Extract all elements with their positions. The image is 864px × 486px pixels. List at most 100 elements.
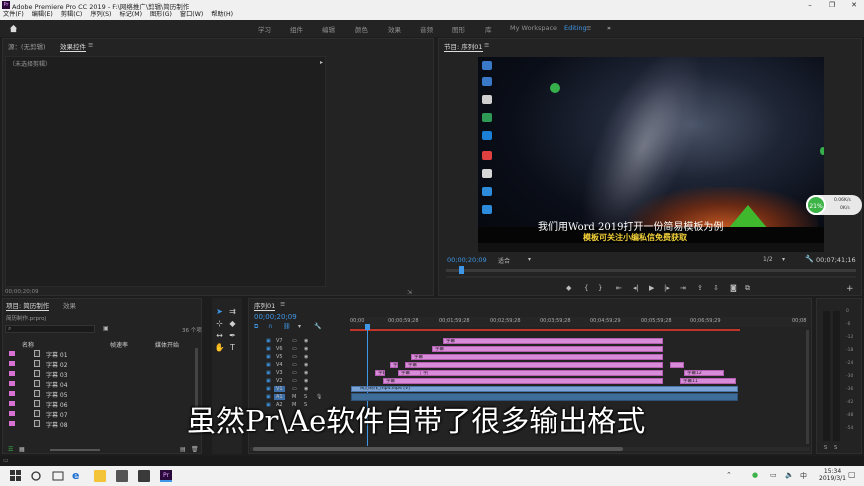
search-icon[interactable] — [30, 470, 42, 482]
tab-source[interactable]: 源：(无剪辑) — [8, 41, 46, 51]
zoom-slider[interactable] — [50, 449, 100, 451]
solo-left[interactable]: S — [824, 445, 827, 451]
caption-clip[interactable]: 字幕 — [383, 378, 663, 384]
workspace-libraries[interactable]: 库 — [485, 24, 492, 34]
tab-program[interactable]: 节目: 序列01 — [444, 41, 483, 52]
step-forward-icon[interactable]: |▸ — [664, 284, 670, 292]
caption-clip[interactable]: 字幕 — [432, 346, 663, 352]
time-ruler[interactable]: 00;00 00;00;59;28 00;01;59;28 00;02;59;2… — [350, 317, 808, 327]
input-method-icon[interactable]: 中 — [800, 471, 807, 481]
workspace-graphics[interactable]: 图形 — [452, 24, 465, 34]
workspace-editing-cn[interactable]: 编辑 — [322, 24, 335, 34]
program-timecode[interactable]: 00;00;20;09 — [447, 256, 487, 264]
workspace-audio[interactable]: 音频 — [420, 24, 433, 34]
tray-app-icon[interactable]: ● — [752, 471, 758, 479]
menu-marker[interactable]: 标记(M) — [119, 10, 142, 20]
icon-view-icon[interactable]: ▦ — [19, 446, 25, 453]
razor-tool-icon[interactable]: ◆ — [227, 319, 238, 329]
close-button[interactable]: ✕ — [844, 0, 864, 10]
list-item[interactable]: 字幕 07 — [6, 409, 196, 419]
new-bin-icon[interactable]: ▣ — [103, 325, 109, 332]
add-marker-icon[interactable]: ◆ — [566, 284, 571, 292]
track-header-v7[interactable]: ▣ V7 ▭ ◉ — [250, 338, 350, 346]
timeline-settings-icon[interactable]: 🔧 — [314, 323, 321, 330]
menu-window[interactable]: 窗口(W) — [180, 10, 203, 20]
nest-icon[interactable]: ⧉ — [254, 323, 258, 331]
menu-graphics[interactable]: 图形(G) — [150, 10, 172, 20]
workspace-color[interactable]: 颜色 — [355, 24, 368, 34]
file-explorer-icon[interactable] — [94, 470, 106, 482]
caption-clip[interactable]: 字幕 — [398, 370, 663, 376]
track-header-v6[interactable]: ▣ V6 ▭ ◉ — [250, 346, 350, 354]
list-item[interactable]: 字幕 06 — [6, 399, 196, 409]
list-item[interactable]: 字幕 05 — [6, 389, 196, 399]
linked-selection-icon[interactable]: ⛓ — [283, 323, 291, 330]
tab-effects[interactable]: 效果 — [63, 300, 76, 310]
export-frame-icon[interactable]: ◙ — [730, 284, 737, 292]
timeline-timecode[interactable]: 00;00;20;09 — [254, 313, 297, 321]
track-select-tool-icon[interactable]: ⇉ — [227, 307, 238, 317]
fit-select[interactable]: 适合 — [498, 256, 510, 265]
workspace-assembly[interactable]: 组件 — [290, 24, 303, 34]
lift-icon[interactable]: ⇪ — [697, 284, 703, 292]
timeline-menu-icon[interactable]: ≡ — [280, 300, 285, 308]
fit-dropdown-icon[interactable]: ▾ — [528, 256, 531, 263]
caption-clip[interactable] — [670, 362, 684, 368]
export-icon[interactable]: ⇲ — [407, 289, 412, 296]
list-item[interactable]: 字幕 04 — [6, 379, 196, 389]
caption-clip[interactable]: 字幕 — [390, 362, 398, 368]
mail-icon[interactable] — [138, 470, 150, 482]
solo-right[interactable]: S — [834, 445, 837, 451]
timeline-h-scrollbar[interactable] — [250, 447, 810, 451]
program-scrubber[interactable] — [446, 269, 856, 272]
go-to-in-icon[interactable]: ⇤ — [616, 284, 622, 292]
caption-clip[interactable]: 字幕 — [405, 362, 663, 368]
caption-clip[interactable]: 字幕 — [443, 338, 663, 344]
more-workspaces-icon[interactable]: » — [607, 24, 611, 32]
caption-clip[interactable]: 字幕 — [411, 354, 663, 360]
taskbar-clock[interactable]: 15:34 2019/3/1 — [819, 468, 846, 482]
menu-sequence[interactable]: 序列(S) — [90, 10, 111, 20]
list-item[interactable]: 字幕 02 — [6, 359, 196, 369]
windows-start-icon[interactable] — [10, 470, 22, 482]
task-view-icon[interactable] — [52, 470, 64, 482]
wrench-icon[interactable]: 🔧 — [805, 255, 814, 263]
track-header-v1[interactable]: ▣ V1 ▭ ◉ — [250, 386, 350, 394]
menu-file[interactable]: 文件(F) — [3, 10, 24, 20]
home-icon[interactable] — [9, 24, 18, 33]
workspace-menu-icon[interactable]: ≡ — [586, 24, 591, 32]
edge-browser-icon[interactable]: e — [72, 470, 84, 482]
menu-clip[interactable]: 剪辑(C) — [61, 10, 83, 20]
trash-icon[interactable]: 🗑 — [191, 446, 199, 453]
timeline-v-scrollbar[interactable] — [806, 330, 809, 444]
volume-icon[interactable]: 🔈 — [785, 471, 794, 479]
program-playhead[interactable] — [459, 266, 464, 274]
go-to-out-icon[interactable]: ⇥ — [680, 284, 686, 292]
list-item[interactable]: 字幕 01 — [6, 349, 196, 359]
selection-tool-icon[interactable]: ➤ — [214, 307, 225, 317]
mark-out-icon[interactable]: } — [598, 284, 602, 292]
track-header-v3[interactable]: ▣ V3 ▭ ◉ — [250, 370, 350, 378]
workspace-editing[interactable]: Editing — [564, 24, 587, 32]
menu-edit[interactable]: 编辑(E) — [32, 10, 53, 20]
network-icon[interactable]: ▭ — [770, 471, 777, 479]
workspace-my-workspace[interactable]: My Workspace — [510, 24, 557, 32]
new-item-icon[interactable]: ▤ — [180, 446, 186, 453]
col-framerate[interactable]: 帧速率 — [110, 340, 128, 349]
type-tool-icon[interactable]: T — [227, 343, 238, 353]
step-back-icon[interactable]: ◂| — [633, 284, 639, 292]
panel-menu-icon[interactable]: ≡ — [88, 41, 93, 49]
project-search-input[interactable]: ⌕ — [5, 325, 95, 333]
play-button-icon[interactable]: ▶ — [649, 284, 654, 292]
mark-in-icon[interactable]: { — [584, 284, 588, 292]
scroll-thumb[interactable] — [253, 447, 623, 451]
slip-tool-icon[interactable]: ↔ — [214, 331, 225, 341]
program-menu-icon[interactable]: ≡ — [484, 41, 489, 49]
resolution-select[interactable]: 1/2 — [763, 256, 773, 263]
zoom-bar[interactable] — [446, 276, 856, 278]
extract-icon[interactable]: ⇩ — [713, 284, 719, 292]
caption-clip[interactable]: 字幕 — [420, 370, 428, 376]
caption-clip[interactable]: 字幕 — [375, 370, 385, 376]
tab-project[interactable]: 项目: 简历制作 — [6, 300, 50, 311]
tab-effect-controls[interactable]: 效果控件 — [60, 41, 86, 52]
